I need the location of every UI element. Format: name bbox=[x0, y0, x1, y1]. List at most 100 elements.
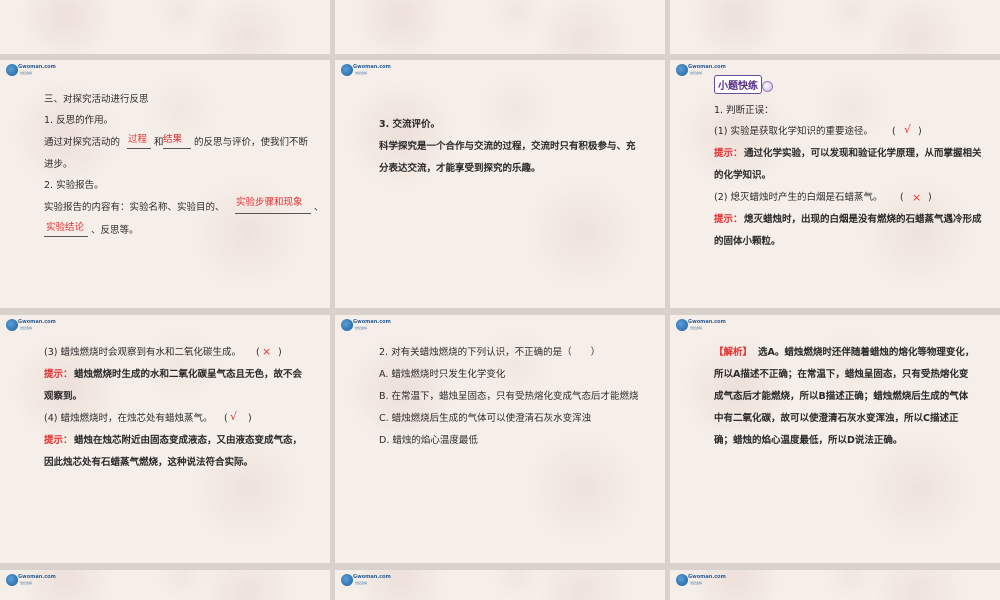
slide-top-right bbox=[670, 0, 1000, 54]
slide-judgement-cont: Gwoman.com 世纪金榜 (3) 蜡烛燃烧时会观察到有水和二氧化碳生成。 (… bbox=[0, 315, 330, 563]
check-mark-icon: √ bbox=[904, 123, 912, 136]
question-3: (3) 蜡烛燃烧时会观察到有水和二氧化碳生成。 bbox=[44, 347, 241, 358]
logo-word: Gwoman.com bbox=[688, 64, 726, 70]
logo-word: Gwoman.com bbox=[353, 319, 391, 325]
paren-open: ( bbox=[224, 413, 228, 424]
logo-sub: 世纪金榜 bbox=[690, 326, 703, 330]
hint-label: 提示： bbox=[714, 148, 743, 159]
heading: 三、对探究活动进行反思 bbox=[44, 94, 149, 105]
slide-top-middle bbox=[335, 0, 665, 54]
logo-icon bbox=[676, 319, 688, 331]
paren-close: ) bbox=[918, 126, 922, 137]
logo-icon bbox=[676, 64, 688, 76]
logo-word: Gwoman.com bbox=[688, 319, 726, 325]
logo: Gwoman.com 世纪金榜 bbox=[341, 574, 391, 588]
logo-word: Gwoman.com bbox=[353, 64, 391, 70]
hint-text: 蜡烛在烛芯附近由固态变成液态，又由液态变成气态， bbox=[74, 435, 303, 446]
hint-text: 的化学知识。 bbox=[714, 170, 772, 181]
option-d: D. 蜡烛的焰心温度最低 bbox=[379, 435, 478, 446]
line-text: 实验报告的内容有：实验名称、实验目的、 bbox=[44, 202, 225, 213]
section-badge: 小题快练 bbox=[714, 75, 762, 94]
fill-answer: 结果 bbox=[163, 134, 183, 145]
hint-label: 提示： bbox=[44, 435, 73, 446]
logo: Gwoman.com 世纪金榜 bbox=[341, 64, 391, 78]
logo: Gwoman.com 世纪金榜 bbox=[6, 574, 56, 588]
slide-bottom-right: Gwoman.com 世纪金榜 bbox=[670, 570, 1000, 600]
option-c: C. 蜡烛燃烧后生成的气体可以使澄清石灰水变浑浊 bbox=[379, 413, 592, 424]
heading: 3. 交流评价。 bbox=[379, 119, 441, 130]
hint-text: 的固体小颗粒。 bbox=[714, 236, 781, 247]
question-1: (1) 实验是获取化学知识的重要途径。 bbox=[714, 126, 873, 137]
logo-sub: 世纪金榜 bbox=[20, 326, 33, 330]
fill-answer: 过程 bbox=[128, 134, 148, 145]
line-text: 、 bbox=[314, 202, 324, 213]
logo-word: Gwoman.com bbox=[18, 574, 56, 580]
slide-top-left bbox=[0, 0, 330, 54]
logo-sub: 世纪金榜 bbox=[355, 71, 368, 75]
paren-open: ( bbox=[900, 192, 904, 203]
logo-icon bbox=[6, 319, 18, 331]
line-text: 进步。 bbox=[44, 159, 73, 170]
paren-close: ) bbox=[928, 192, 932, 203]
logo-sub: 世纪金榜 bbox=[690, 581, 703, 585]
badge-decoration-icon bbox=[762, 81, 773, 92]
logo: Gwoman.com 世纪金榜 bbox=[341, 319, 391, 333]
analysis-line: 确；蜡烛的焰心温度最低，所以D说法正确。 bbox=[714, 435, 903, 446]
logo-sub: 世纪金榜 bbox=[20, 581, 33, 585]
logo-word: Gwoman.com bbox=[18, 319, 56, 325]
slide-exchange: Gwoman.com 世纪金榜 3. 交流评价。 科学探究是一个合作与交流的过程，… bbox=[335, 60, 665, 308]
logo-word: Gwoman.com bbox=[353, 574, 391, 580]
question-2: (2) 熄灭蜡烛时产生的白烟是石蜡蒸气。 bbox=[714, 192, 883, 203]
analysis-label: 【解析】 bbox=[714, 347, 753, 358]
analysis-line: 成气态后才能燃烧，所以B描述正确；蜡烛燃烧后生成的气体 bbox=[714, 391, 969, 402]
option-a: A. 蜡烛燃烧时只发生化学变化 bbox=[379, 369, 506, 380]
paren-open: ( bbox=[892, 126, 896, 137]
slide-analysis: Gwoman.com 世纪金榜 【解析】 选A。蜡烛燃烧时还伴随着蜡烛的熔化等物理… bbox=[670, 315, 1000, 563]
hint-label: 提示： bbox=[714, 214, 743, 225]
body-line: 分表达交流，才能享受到探究的乐趣。 bbox=[379, 163, 541, 174]
cross-mark-icon: × bbox=[912, 191, 922, 204]
analysis-line: 所以A描述不正确；在常温下，蜡烛呈固态，只有受热熔化变 bbox=[714, 369, 969, 380]
hint-text: 蜡烛燃烧时生成的水和二氧化碳呈气态且无色，故不会 bbox=[74, 369, 303, 380]
logo-word: Gwoman.com bbox=[688, 574, 726, 580]
hint-text: 因此烛芯处有石蜡蒸气燃烧，这种说法符合实际。 bbox=[44, 457, 254, 468]
logo-word: Gwoman.com bbox=[18, 64, 56, 70]
body-line: 科学探究是一个合作与交流的过程，交流时只有积极参与、充 bbox=[379, 141, 636, 152]
logo-icon bbox=[341, 574, 353, 586]
item-1: 1. 反思的作用。 bbox=[44, 115, 114, 126]
logo: Gwoman.com 世纪金榜 bbox=[676, 574, 726, 588]
fill-answer: 实验结论 bbox=[46, 222, 85, 233]
slide-reflection: Gwoman.com 世纪金榜 三、对探究活动进行反思 1. 反思的作用。 通过对… bbox=[0, 60, 330, 308]
line-text: 的反思与评价，使我们不断 bbox=[194, 137, 309, 148]
logo: Gwoman.com 世纪金榜 bbox=[6, 319, 56, 333]
analysis-line: 中有二氧化碳，故可以使澄清石灰水变浑浊，所以C描述正 bbox=[714, 413, 959, 424]
logo-icon bbox=[341, 319, 353, 331]
logo-icon bbox=[6, 64, 18, 76]
hint-text: 观察到。 bbox=[44, 391, 83, 402]
line-text: 通过对探究活动的 bbox=[44, 137, 121, 148]
question-4: (4) 蜡烛燃烧时，在烛芯处有蜡烛蒸气。 bbox=[44, 413, 213, 424]
slide-bottom-middle: Gwoman.com 世纪金榜 bbox=[335, 570, 665, 600]
line-text: 、反思等。 bbox=[91, 225, 139, 236]
logo-icon bbox=[341, 64, 353, 76]
slide-quick-practice: Gwoman.com 世纪金榜 小题快练 1. 判断正误： (1) 实验是获取化学… bbox=[670, 60, 1000, 308]
paren-close: ) bbox=[248, 413, 252, 424]
question-intro: 1. 判断正误： bbox=[714, 105, 774, 116]
question-stem: 2. 对有关蜡烛燃烧的下列认识，不正确的是（ ） bbox=[379, 347, 601, 358]
check-mark-icon: √ bbox=[230, 410, 238, 423]
logo-icon bbox=[676, 574, 688, 586]
hint-label: 提示： bbox=[44, 369, 73, 380]
fill-answer: 实验步骤和现象 bbox=[236, 197, 303, 208]
paren-open: ( bbox=[256, 347, 260, 358]
logo-sub: 世纪金榜 bbox=[20, 71, 33, 75]
slide-multiple-choice: Gwoman.com 世纪金榜 2. 对有关蜡烛燃烧的下列认识，不正确的是（ ） … bbox=[335, 315, 665, 563]
hint-text: 通过化学实验，可以发现和验证化学原理，从而掌握相关 bbox=[744, 148, 982, 159]
logo: Gwoman.com 世纪金榜 bbox=[6, 64, 56, 78]
logo-sub: 世纪金榜 bbox=[355, 326, 368, 330]
item-2: 2. 实验报告。 bbox=[44, 180, 104, 191]
paren-close: ) bbox=[278, 347, 282, 358]
slide-bottom-left: Gwoman.com 世纪金榜 bbox=[0, 570, 330, 600]
cross-mark-icon: × bbox=[262, 345, 272, 358]
hint-text: 熄灭蜡烛时，出现的白烟是没有燃烧的石蜡蒸气遇冷形成 bbox=[744, 214, 982, 225]
analysis-line: 选A。蜡烛燃烧时还伴随着蜡烛的熔化等物理变化， bbox=[758, 347, 975, 358]
